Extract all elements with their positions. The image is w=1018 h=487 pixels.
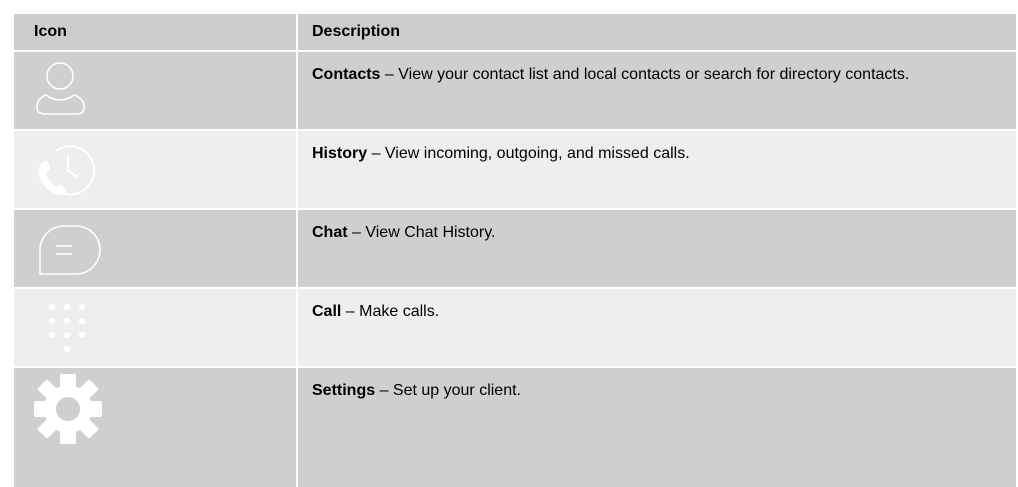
description-text: Contacts – View your contact list and lo… <box>312 64 1008 85</box>
description-cell: History – View incoming, outgoing, and m… <box>298 131 1016 208</box>
row-title: Call <box>312 303 342 320</box>
icon-cell <box>14 131 296 208</box>
header-description-label: Description <box>312 23 401 40</box>
table-row: History – View incoming, outgoing, and m… <box>14 131 1016 208</box>
row-description: View your contact list and local contact… <box>398 66 910 83</box>
icon-cell <box>14 368 296 487</box>
description-cell: Contacts – View your contact list and lo… <box>298 52 1016 129</box>
row-title: Chat <box>312 224 348 241</box>
row-separator: – <box>347 224 366 241</box>
gear-icon <box>34 374 102 444</box>
row-separator: – <box>341 303 360 320</box>
row-title: Settings <box>312 382 376 399</box>
row-separator: – <box>367 145 385 162</box>
table-row: Contacts – View your contact list and lo… <box>14 52 1016 129</box>
dialpad-icon <box>49 304 85 352</box>
description-cell: Settings – Set up your client. <box>298 368 1016 487</box>
icon-cell <box>14 289 296 366</box>
history-icon <box>38 145 96 196</box>
row-separator: – <box>375 382 393 399</box>
description-cell: Chat – View Chat History. <box>298 210 1016 287</box>
description-text: Call – Make calls. <box>312 301 1008 322</box>
description-text: Chat – View Chat History. <box>312 222 1008 243</box>
header-icon-cell: Icon <box>14 14 296 50</box>
icon-cell <box>14 210 296 287</box>
chat-icon <box>39 225 101 275</box>
description-text: Settings – Set up your client. <box>312 380 1008 401</box>
row-separator: – <box>380 66 399 83</box>
table-row: Call – Make calls. <box>14 289 1016 366</box>
row-description: View Chat History. <box>365 224 496 241</box>
row-title: Contacts <box>312 66 381 83</box>
header-description-cell: Description <box>298 14 1016 50</box>
table-row: Chat – View Chat History. <box>14 210 1016 287</box>
row-description: View incoming, outgoing, and missed call… <box>384 145 690 162</box>
description-text: History – View incoming, outgoing, and m… <box>312 143 1008 164</box>
row-description: Make calls. <box>359 303 440 320</box>
contacts-icon <box>36 62 85 115</box>
header-icon-label: Icon <box>34 23 67 40</box>
row-title: History <box>312 145 368 162</box>
description-cell: Call – Make calls. <box>298 289 1016 366</box>
row-description: Set up your client. <box>392 382 521 399</box>
table-row: Settings – Set up your client. <box>14 368 1016 487</box>
table-header-row: Icon Description <box>14 14 1016 50</box>
icon-cell <box>14 52 296 129</box>
